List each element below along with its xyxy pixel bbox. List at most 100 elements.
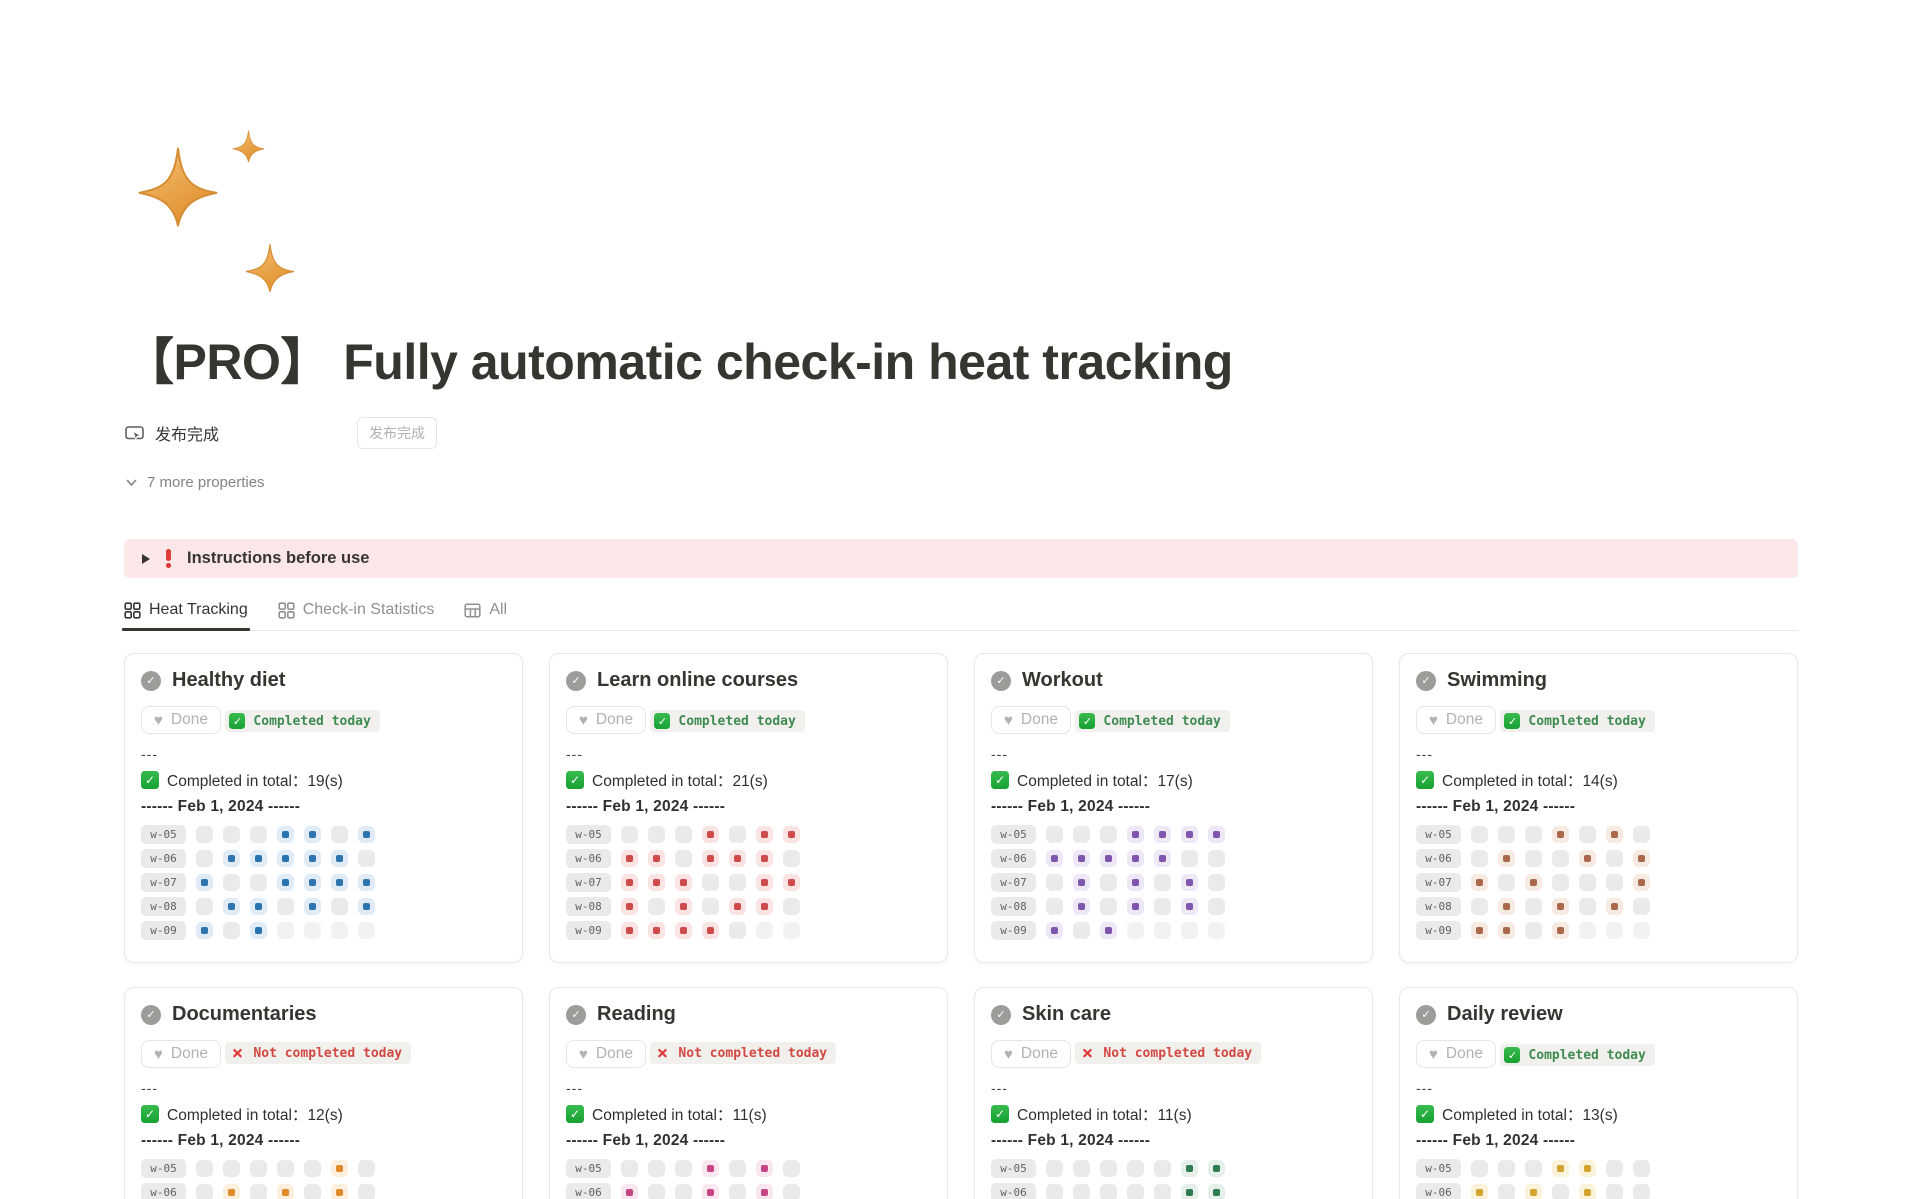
done-button[interactable]: ♥ Done <box>566 706 646 734</box>
habit-card[interactable]: ✓ Learn online courses ♥ Done ✓ Complete… <box>549 653 948 963</box>
habit-card[interactable]: ✓ Workout ♥ Done ✓ Completed today --- ✓… <box>974 653 1373 963</box>
heatmap-cell-filled <box>1208 1160 1225 1177</box>
tab-label: Heat Tracking <box>149 601 248 619</box>
heart-icon: ♥ <box>1004 713 1013 728</box>
heatmap-cell-filled <box>1046 922 1063 939</box>
heatmap-cell-empty <box>1498 874 1515 891</box>
check-mark-emoji: ✓ <box>1416 771 1434 789</box>
heatmap-cell-filled <box>702 1184 719 1199</box>
toggle-triangle-icon[interactable] <box>142 554 150 564</box>
heatmap-week-row: w-05 <box>141 1159 506 1178</box>
heatmap-cell-filled <box>1552 898 1569 915</box>
card-header: ✓ Swimming <box>1416 669 1781 692</box>
heatmap-cell-filled <box>1633 874 1650 891</box>
heatmap-cell-empty <box>277 1160 294 1177</box>
total-label: Completed in total： <box>1442 773 1582 790</box>
separator-text: --- <box>991 1080 1356 1096</box>
heatmap-cell-empty <box>729 874 746 891</box>
heatmap-cell-empty <box>1552 874 1569 891</box>
heatmap-week-row: w-05 <box>566 1159 931 1178</box>
habit-card[interactable]: ✓ Skin care ♥ Done × Not completed today… <box>974 987 1373 1199</box>
done-button[interactable]: ♥ Done <box>141 706 221 734</box>
done-button[interactable]: ♥ Done <box>991 1040 1071 1068</box>
heatmap-cell-filled <box>1181 1160 1198 1177</box>
week-label: w-05 <box>991 1159 1036 1178</box>
heatmap-cell-filled <box>250 850 267 867</box>
done-button[interactable]: ♥ Done <box>141 1040 221 1068</box>
heatmap-week-row: w-08 <box>991 897 1356 916</box>
heatmap-cell-empty <box>1073 1184 1090 1199</box>
total-completed-row: ✓ Completed in total：21(s) <box>566 769 931 791</box>
heatmap-cell-filled <box>1552 1160 1569 1177</box>
habit-card[interactable]: ✓ Healthy diet ♥ Done ✓ Completed today … <box>124 653 523 963</box>
week-label: w-07 <box>991 873 1036 892</box>
heatmap-cell-empty <box>196 1184 213 1199</box>
habit-card[interactable]: ✓ Documentaries ♥ Done × Not completed t… <box>124 987 523 1199</box>
separator-text: --- <box>141 1080 506 1096</box>
total-label: Completed in total： <box>167 773 307 790</box>
week-label: w-06 <box>1416 849 1461 868</box>
heatmap-week-row: w-06 <box>141 1183 506 1199</box>
heatmap-cell-filled <box>1127 898 1144 915</box>
button-property[interactable]: 发布完成 <box>124 421 357 445</box>
week-label: w-06 <box>991 1183 1036 1199</box>
today-status-text: Completed today <box>253 714 370 729</box>
habit-card[interactable]: ✓ Daily review ♥ Done ✓ Completed today … <box>1399 987 1798 1199</box>
done-button[interactable]: ♥ Done <box>566 1040 646 1068</box>
button-property-icon <box>124 423 145 444</box>
heatmap-cell-empty <box>196 1160 213 1177</box>
heatmap-cell-filled <box>250 922 267 939</box>
heatmap-cell-filled <box>1579 850 1596 867</box>
done-button[interactable]: ♥ Done <box>991 706 1071 734</box>
week-label: w-05 <box>566 1159 611 1178</box>
check-mark-emoji: ✓ <box>566 1105 584 1123</box>
heatmap-week-row: w-06 <box>1416 1183 1781 1199</box>
week-label: w-07 <box>566 873 611 892</box>
total-completed-row: ✓ Completed in total：11(s) <box>566 1103 931 1125</box>
heatmap-cell-empty <box>1154 874 1171 891</box>
heatmap-cell-empty <box>250 874 267 891</box>
done-button[interactable]: ♥ Done <box>1416 1040 1496 1068</box>
card-title: Healthy diet <box>172 669 285 692</box>
property-tag-button[interactable]: 发布完成 <box>357 417 437 449</box>
heatmap-cell-empty <box>648 898 665 915</box>
heatmap-cell-empty <box>1073 922 1090 939</box>
heatmap-cell-empty <box>331 922 348 939</box>
heatmap-week-row: w-08 <box>141 897 506 916</box>
done-button[interactable]: ♥ Done <box>1416 706 1496 734</box>
habit-card[interactable]: ✓ Reading ♥ Done × Not completed today -… <box>549 987 948 1199</box>
today-status-text: Completed today <box>1528 1048 1645 1063</box>
total-label: Completed in total： <box>592 1107 732 1124</box>
heatmap-cell-filled <box>223 850 240 867</box>
instructions-callout[interactable]: Instructions before use <box>124 539 1798 578</box>
heatmap-cell-empty <box>1127 1160 1144 1177</box>
habit-card[interactable]: ✓ Swimming ♥ Done ✓ Completed today --- … <box>1399 653 1798 963</box>
heatmap-cell-empty <box>1100 826 1117 843</box>
heatmap-cell-empty <box>1606 1160 1623 1177</box>
heatmap-cell-empty <box>250 1160 267 1177</box>
heatmap-cell-filled <box>1552 826 1569 843</box>
heatmap-week-row: w-08 <box>1416 897 1781 916</box>
heatmap-cell-filled <box>223 1184 240 1199</box>
heatmap-cell-empty <box>1471 898 1488 915</box>
heatmap-cell-filled <box>277 874 294 891</box>
tab-heat-tracking[interactable]: Heat Tracking <box>124 600 248 630</box>
heatmap-week-row: w-07 <box>1416 873 1781 892</box>
heatmap-cell-empty <box>277 898 294 915</box>
heatmap-cell-empty <box>1073 1160 1090 1177</box>
heatmap-cell-empty <box>1579 898 1596 915</box>
tab-all[interactable]: All <box>464 600 507 630</box>
week-label: w-08 <box>141 897 186 916</box>
sparkles-page-icon[interactable] <box>124 118 324 308</box>
heatmap-cell-empty <box>729 1184 746 1199</box>
heatmap-week-row: w-06 <box>566 1183 931 1199</box>
heatmap-cell-empty <box>1633 826 1650 843</box>
heatmap-cell-empty <box>1181 850 1198 867</box>
more-properties-toggle[interactable]: 7 more properties <box>124 470 265 494</box>
tab-check-in-statistics[interactable]: Check-in Statistics <box>278 600 435 630</box>
today-status-text: Completed today <box>1103 714 1220 729</box>
heatmap-cell-filled <box>756 1184 773 1199</box>
heatmap-week-row: w-06 <box>566 849 931 868</box>
callout-title: Instructions before use <box>187 549 369 568</box>
heatmap-cell-empty <box>1208 850 1225 867</box>
